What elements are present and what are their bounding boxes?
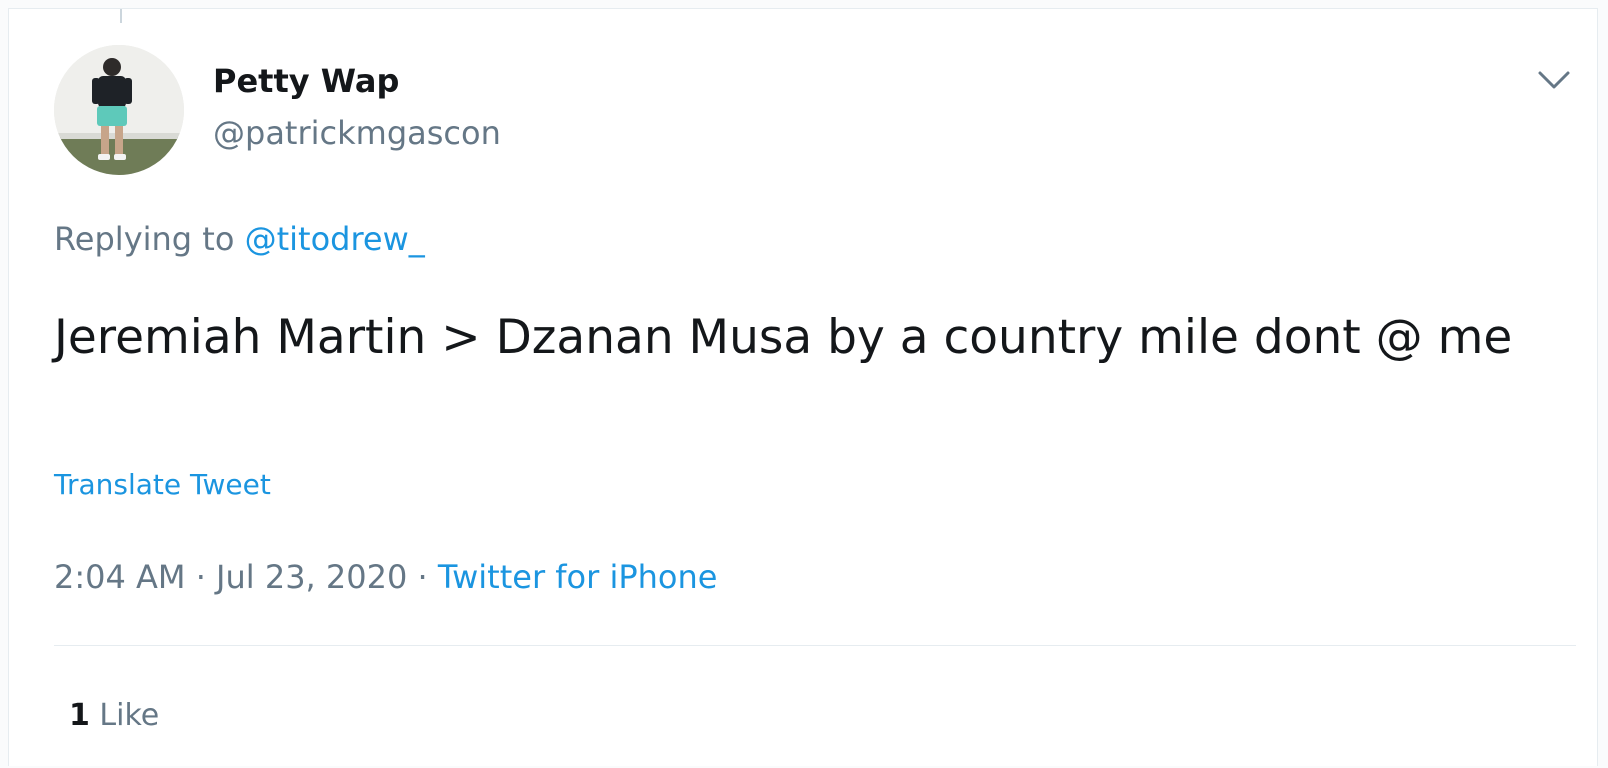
tweet-card: Petty Wap @patrickmgascon Replying to @t… [8,8,1598,766]
replying-to: Replying to @titodrew_ [54,219,425,259]
divider [54,645,1576,646]
tweet-metadata: 2:04 AM · Jul 23, 2020 · Twitter for iPh… [54,557,717,597]
tweet-source-link[interactable]: Twitter for iPhone [438,558,718,596]
tweet-time[interactable]: 2:04 AM [54,558,186,596]
replying-prefix: Replying to [54,220,235,258]
meta-separator: · [417,558,428,596]
meta-separator: · [195,558,206,596]
like-count: 1 [69,698,90,733]
thread-connector-line [120,9,122,23]
author-display-name[interactable]: Petty Wap [213,61,399,101]
likes-count-link[interactable]: 1 Like [69,697,159,735]
tweet-date[interactable]: Jul 23, 2020 [216,558,407,596]
avatar[interactable] [54,45,184,175]
reply-mention-link[interactable]: @titodrew_ [245,220,425,258]
author-handle[interactable]: @patrickmgascon [213,113,501,153]
chevron-down-icon[interactable] [1534,65,1574,97]
tweet-text: Jeremiah Martin > Dzanan Musa by a count… [54,310,1513,365]
translate-tweet-link[interactable]: Translate Tweet [54,467,271,503]
avatar-image [54,45,184,175]
like-label: Like [99,698,160,733]
